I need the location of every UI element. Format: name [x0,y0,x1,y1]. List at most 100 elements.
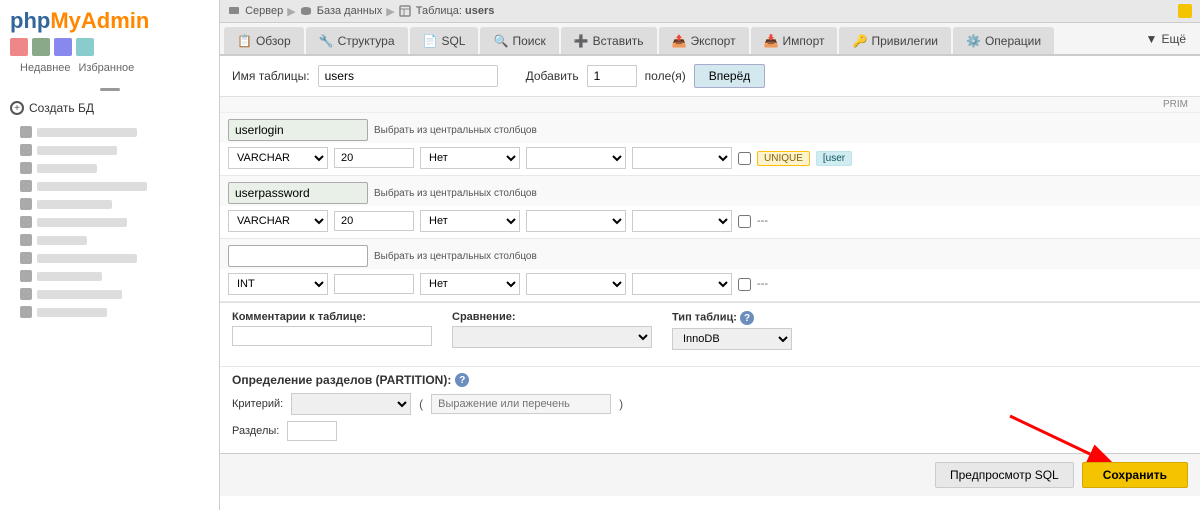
breadcrumb-table: Таблица: users [399,5,495,17]
partition-help-icon[interactable]: ? [455,373,469,387]
create-db-icon: + [10,101,24,115]
field-default-select-1[interactable] [526,147,626,169]
field-type-select-3[interactable]: INT VARCHAR [228,273,328,295]
list-item[interactable] [0,141,219,159]
table-name-row: Имя таблицы: Добавить поле(я) Вперёд [220,56,1200,97]
tab-more[interactable]: ▼ Ещё [1136,23,1196,54]
add-fields-count-input[interactable] [587,65,637,87]
field-null-select-3[interactable]: Нет Да [420,273,520,295]
field-name-input-2[interactable] [228,182,368,204]
main-panel: Сервер ▶ База данных ▶ Таблица: users 📋 … [220,0,1200,510]
table-name-input[interactable] [318,65,498,87]
unique-badge-1: UNIQUE [757,151,810,166]
tab-sql[interactable]: 📄 SQL [410,27,479,54]
field-select-link-1[interactable]: Выбрать из центральных столбцов [374,125,537,136]
partition-criteria-row: Критерий: ( ) [232,393,1188,415]
field-name-input-3[interactable] [228,245,368,267]
criteria-select[interactable] [291,393,411,415]
item-label [37,218,127,227]
list-item[interactable] [0,213,219,231]
field-length-input-2[interactable] [334,211,414,231]
item-icon [20,306,32,318]
item-icon [20,216,32,228]
field-default-select-3[interactable] [526,273,626,295]
list-item[interactable] [0,159,219,177]
sidebar: phpMyAdmin Недавнее Избранное + Создать … [0,0,220,510]
list-item[interactable] [0,285,219,303]
go-button[interactable]: Вперёд [694,64,766,88]
logo: phpMyAdmin Недавнее Избранное [0,0,219,84]
list-item[interactable] [0,123,219,141]
field-null-select-2[interactable]: Нет Да [420,210,520,232]
comparison-select[interactable] [452,326,652,348]
breadcrumb: Сервер ▶ База данных ▶ Таблица: users [220,0,1200,23]
field-select-link-2[interactable]: Выбрать из центральных столбцов [374,188,537,199]
db-icon[interactable] [32,38,50,56]
table-type-group: Тип таблиц: ? InnoDB MyISAM MEMORY CSV A… [672,311,792,350]
bottom-row: Комментарии к таблице: Сравнение: Тип та… [232,311,1188,350]
tab-privileges[interactable]: 🔑 Привилегии [839,27,951,54]
lock-icon [1178,4,1192,18]
field-length-input-1[interactable] [334,148,414,168]
item-icon [20,234,32,246]
preview-sql-button[interactable]: Предпросмотр SQL [935,462,1074,488]
table-type-select[interactable]: InnoDB MyISAM MEMORY CSV ARCHIVE [672,328,792,350]
list-item[interactable] [0,195,219,213]
field-name-input-1[interactable] [228,119,368,141]
field-extra-select-1[interactable] [632,147,732,169]
field-type-select-1[interactable]: VARCHAR INT TEXT [228,147,328,169]
item-label [37,272,102,281]
recent-link[interactable]: Недавнее [20,62,71,74]
tab-structure[interactable]: 🔧 Структура [306,27,408,54]
field-type-select-2[interactable]: VARCHAR INT [228,210,328,232]
list-item[interactable] [0,177,219,195]
field-controls-row-1: VARCHAR INT TEXT Нет Да [220,143,1200,175]
list-item[interactable] [0,303,219,321]
partition-expr-input[interactable] [431,394,611,414]
overview-icon: 📋 [237,34,252,48]
item-icon [20,288,32,300]
item-label [37,200,112,209]
home-icon[interactable] [10,38,28,56]
field-length-input-3[interactable] [334,274,414,294]
item-label [37,308,107,317]
tab-insert[interactable]: ➕ Вставить [561,27,657,54]
logo-myadmin: MyAdmin [50,8,149,33]
item-label [37,254,137,263]
field-primary-checkbox-1[interactable] [738,152,751,165]
create-db-button[interactable]: + Создать БД [0,95,219,121]
refresh-icon[interactable] [76,38,94,56]
create-db-label: Создать БД [29,101,94,115]
tab-overview[interactable]: 📋 Обзор [224,27,304,54]
comparison-group: Сравнение: [452,311,652,348]
list-item[interactable] [0,249,219,267]
save-button[interactable]: Сохранить [1082,462,1188,488]
field-controls-row-3: INT VARCHAR Нет Да --- [220,269,1200,301]
field-primary-checkbox-2[interactable] [738,215,751,228]
field-default-select-2[interactable] [526,210,626,232]
tab-search[interactable]: 🔍 Поиск [480,27,558,54]
comments-input[interactable] [232,326,432,346]
tab-export[interactable]: 📤 Экспорт [659,27,749,54]
field-extra-select-3[interactable] [632,273,732,295]
breadcrumb-server: Сервер [228,5,283,17]
gear-icon[interactable] [54,38,72,56]
table-type-help-icon[interactable]: ? [740,311,754,325]
tab-operations[interactable]: ⚙️ Операции [953,27,1054,54]
field-select-link-3[interactable]: Выбрать из центральных столбцов [374,251,537,262]
parts-input[interactable] [287,421,337,441]
user-badge-1: [user [816,151,852,166]
favorites-link[interactable]: Избранное [79,62,135,74]
field-primary-checkbox-3[interactable] [738,278,751,291]
comments-label: Комментарии к таблице: [232,311,432,323]
tab-import[interactable]: 📥 Импорт [751,27,838,54]
field-extra-select-2[interactable] [632,210,732,232]
list-item[interactable] [0,231,219,249]
more-icon: ▼ [1146,32,1158,46]
list-item[interactable] [0,267,219,285]
field-null-select-1[interactable]: Нет Да [420,147,520,169]
breadcrumb-database: База данных [300,5,383,17]
item-label [37,236,87,245]
paren-close: ) [619,397,623,411]
partition-section: Определение разделов (PARTITION): ? Крит… [220,366,1200,453]
